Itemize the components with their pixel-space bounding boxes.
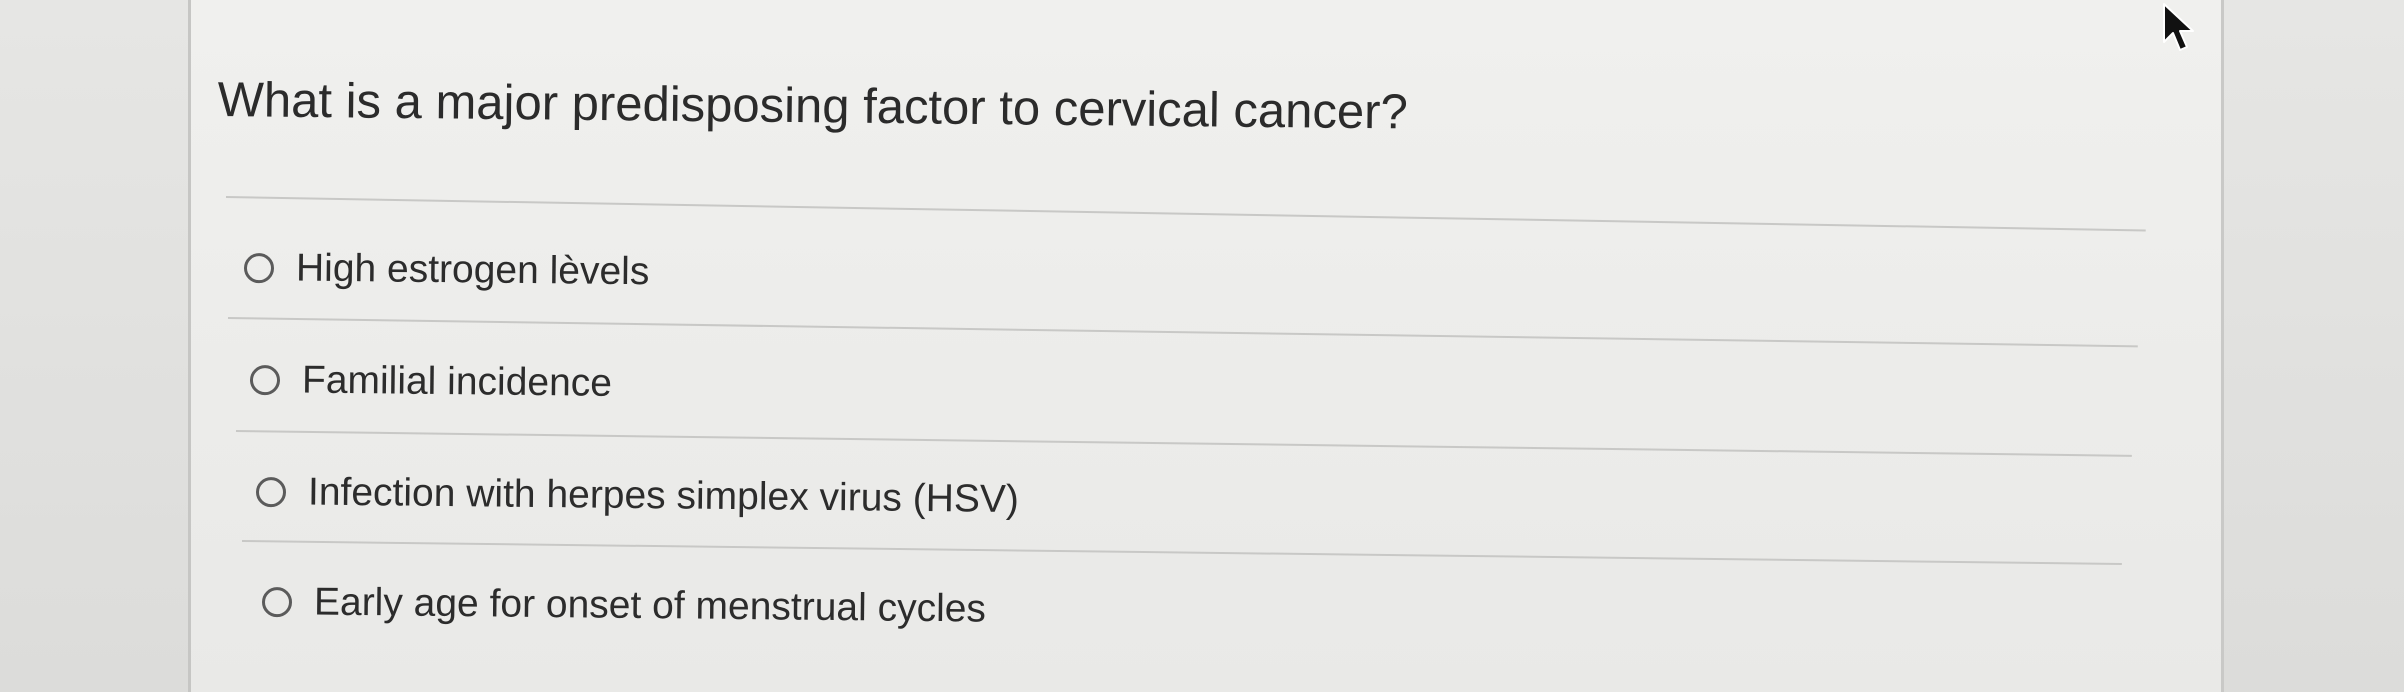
option-label: Infection with herpes simplex virus (HSV… (307, 470, 1020, 521)
mouse-pointer-icon (2163, 3, 2194, 51)
radio-button[interactable] (243, 253, 275, 284)
option-high-estrogen[interactable]: High estrogen lèvels (243, 246, 650, 294)
option-label: Early age for onset of menstrual cycles (313, 580, 987, 631)
radio-button[interactable] (249, 365, 281, 396)
option-familial-incidence[interactable]: Familial incidence (249, 358, 613, 406)
option-label: Familial incidence (301, 358, 613, 405)
option-label: High estrogen lèvels (295, 246, 650, 294)
radio-button[interactable] (255, 477, 287, 508)
radio-button[interactable] (261, 587, 293, 618)
option-hsv-infection[interactable]: Infection with herpes simplex virus (HSV… (255, 470, 1020, 522)
option-early-menarche[interactable]: Early age for onset of menstrual cycles (261, 580, 987, 632)
